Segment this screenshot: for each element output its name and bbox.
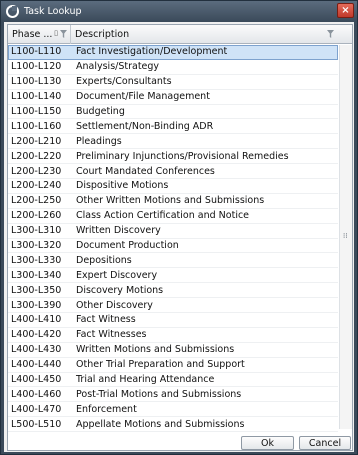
column-header-phase-label: Phase ... [12, 29, 53, 40]
phase-cell: L200-L230 [11, 165, 62, 177]
phase-cell: L300-L350 [11, 284, 62, 296]
sort-icon[interactable]: ▯ [54, 29, 58, 37]
description-cell: Expert Discovery [76, 269, 158, 281]
table-row[interactable]: L200-L220 Preliminary Injunctions/Provisi… [8, 149, 338, 165]
description-cell: Dispositive Motions [76, 180, 169, 192]
phase-cell: L200-L210 [11, 135, 62, 147]
phase-cell: L400-L470 [11, 403, 62, 415]
table-row[interactable]: L300-L320 Document Production [8, 239, 338, 254]
phase-cell: L300-L320 [11, 240, 62, 252]
description-cell: Preliminary Injunctions/Provisional Reme… [76, 150, 289, 162]
table-row[interactable]: L500-L510 Appellate Motions and Submissio… [8, 417, 338, 433]
table-row[interactable]: L300-L390 Other Discovery [8, 298, 338, 314]
table-row[interactable]: L100-L150 Budgeting [8, 105, 338, 120]
table-row[interactable]: L100-L140 Document/File Management [8, 90, 338, 105]
grid-rows: L100-L110 Fact Investigation/Development L… [8, 45, 338, 433]
phase-cell: L400-L410 [11, 314, 62, 326]
phase-cell: L200-L250 [11, 195, 62, 207]
phase-cell: L100-L130 [11, 76, 62, 88]
description-cell: Class Action Certification and Notice [76, 210, 250, 222]
description-cell: Experts/Consultants [76, 76, 172, 88]
table-row[interactable]: L200-L240 Dispositive Motions [8, 179, 338, 194]
description-cell: Document Production [76, 240, 179, 252]
description-cell: Pleadings [76, 135, 122, 147]
table-row[interactable]: L400-L420 Fact Witnesses [8, 328, 338, 343]
table-row[interactable]: L100-L130 Experts/Consultants [8, 75, 338, 90]
description-cell: Depositions [76, 254, 132, 266]
cancel-button[interactable]: Cancel [299, 436, 351, 450]
phase-cell: L400-L460 [11, 388, 62, 400]
phase-cell: L300-L330 [11, 254, 62, 266]
table-row[interactable]: L400-L470 Enforcement [8, 402, 338, 418]
dialog-body: Phase ... ▯ Description L100-L110 Fact In… [4, 22, 354, 452]
task-lookup-window: Task Lookup × Phase ... ▯ Description L1… [0, 0, 358, 455]
phase-cell: L100-L110 [11, 46, 62, 58]
phase-cell: L400-L440 [11, 359, 62, 371]
vertical-scrollbar[interactable]: ⁞⁞ [339, 45, 352, 429]
app-logo-icon [5, 4, 19, 18]
description-cell: Settlement/Non-Binding ADR [76, 120, 214, 132]
phase-cell: L500-L510 [11, 418, 62, 430]
table-row[interactable]: L100-L110 Fact Investigation/Development [8, 45, 338, 60]
phase-cell: L100-L120 [11, 61, 62, 73]
close-icon: × [341, 5, 350, 16]
phase-cell: L200-L220 [11, 150, 62, 162]
table-row[interactable]: L200-L260 Class Action Certification and … [8, 209, 338, 224]
table-row[interactable]: L200-L250 Other Written Motions and Submi… [8, 194, 338, 209]
table-row[interactable]: L200-L210 Pleadings [8, 134, 338, 150]
table-row[interactable]: L400-L460 Post-Trial Motions and Submissi… [8, 387, 338, 403]
description-cell: Analysis/Strategy [76, 61, 160, 73]
table-row[interactable]: L400-L440 Other Trial Preparation and Sup… [8, 358, 338, 373]
column-header-description-label: Description [75, 29, 130, 40]
phase-cell: L200-L240 [11, 180, 62, 192]
description-cell: Appellate Motions and Submissions [76, 418, 245, 430]
table-row[interactable]: L200-L230 Court Mandated Conferences [8, 164, 338, 180]
table-row[interactable]: L100-L120 Analysis/Strategy [8, 60, 338, 75]
phase-cell: L400-L450 [11, 374, 62, 386]
column-header-phase[interactable]: Phase ... ▯ [8, 25, 71, 44]
description-cell: Other Trial Preparation and Support [76, 359, 245, 371]
table-row[interactable]: L300-L330 Depositions [8, 253, 338, 269]
table-row[interactable]: L300-L350 Discovery Motions [8, 283, 338, 299]
description-cell: Other Discovery [76, 299, 153, 311]
scroll-grip-icon[interactable]: ⁞⁞ [343, 233, 350, 240]
filter-icon[interactable] [60, 30, 67, 38]
table-row[interactable]: L300-L310 Written Discovery [8, 224, 338, 239]
description-cell: Written Motions and Submissions [76, 344, 235, 356]
table-row[interactable]: L100-L160 Settlement/Non-Binding ADR [8, 119, 338, 135]
description-cell: Fact Witnesses [76, 329, 147, 341]
description-cell: Fact Investigation/Development [76, 46, 228, 58]
description-cell: Trial and Hearing Attendance [76, 374, 215, 386]
table-row[interactable]: L400-L450 Trial and Hearing Attendance [8, 373, 338, 388]
table-row[interactable]: L300-L340 Expert Discovery [8, 268, 338, 284]
grid-header: Phase ... ▯ Description [8, 25, 352, 44]
phase-cell: L400-L420 [11, 329, 62, 341]
window-title: Task Lookup [24, 5, 82, 17]
phase-cell: L200-L260 [11, 210, 62, 222]
description-cell: Court Mandated Conferences [76, 165, 215, 177]
title-bar[interactable]: Task Lookup × [1, 1, 357, 21]
ok-button[interactable]: Ok [241, 436, 294, 450]
phase-cell: L100-L160 [11, 120, 62, 132]
phase-cell: L100-L150 [11, 106, 62, 117]
phase-cell: L100-L140 [11, 91, 62, 103]
description-cell: Other Written Motions and Submissions [76, 195, 265, 207]
table-row[interactable]: L400-L430 Written Motions and Submissions [8, 343, 338, 358]
table-row[interactable]: L400-L410 Fact Witness [8, 313, 338, 328]
phase-cell: L400-L430 [11, 344, 62, 356]
description-cell: Budgeting [76, 106, 125, 117]
task-grid: Phase ... ▯ Description L100-L110 Fact In… [7, 24, 353, 451]
phase-cell: L300-L390 [11, 299, 62, 311]
description-cell: Post-Trial Motions and Submissions [76, 388, 242, 400]
description-cell: Enforcement [76, 403, 137, 415]
close-button[interactable]: × [337, 3, 354, 18]
phase-cell: L300-L310 [11, 225, 62, 237]
filter-icon[interactable] [327, 30, 334, 38]
description-cell: Document/File Management [76, 91, 210, 103]
column-header-description[interactable]: Description [71, 25, 337, 44]
description-cell: Written Discovery [76, 225, 161, 237]
description-cell: Discovery Motions [76, 284, 164, 296]
description-cell: Fact Witness [76, 314, 136, 326]
phase-cell: L300-L340 [11, 269, 62, 281]
